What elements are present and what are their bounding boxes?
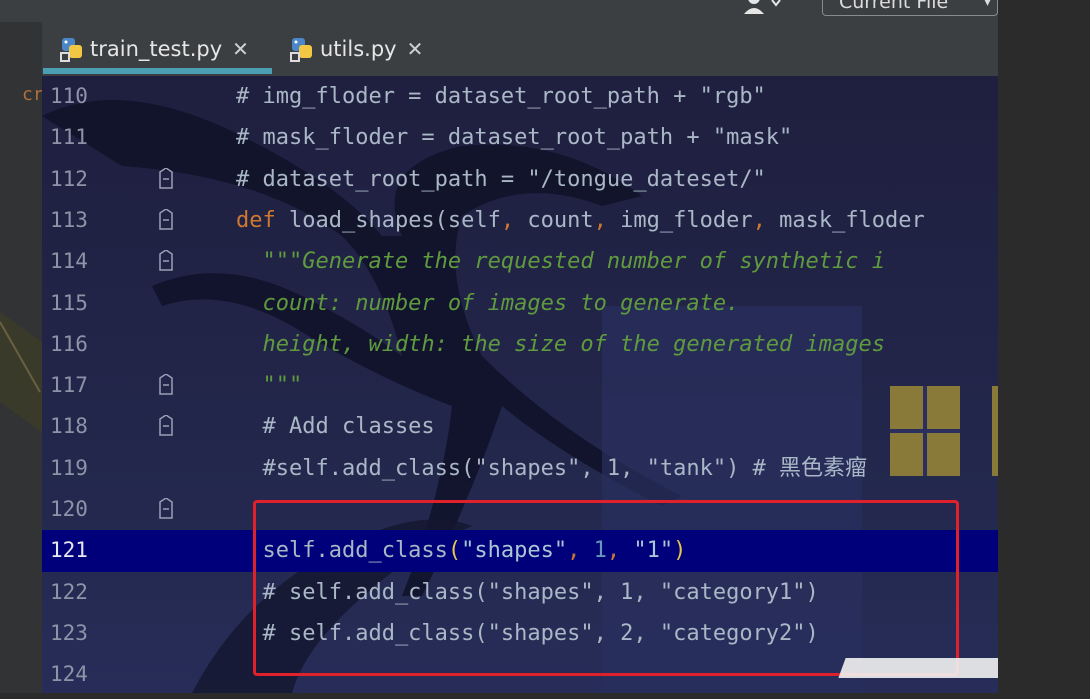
line-number: 110: [50, 84, 88, 108]
code-token: load_shapes(self: [288, 207, 501, 233]
code-token: ,: [500, 207, 515, 233]
line-number: 121: [50, 538, 88, 563]
line-number: 119: [50, 455, 88, 480]
editor-bottom-edge: [0, 693, 998, 699]
line-number: 118: [50, 414, 88, 439]
code-token: """: [236, 373, 303, 399]
code-line[interactable]: 117 """: [42, 365, 998, 406]
code-token: img_floder: [606, 207, 753, 233]
fold-marker-icon[interactable]: [158, 498, 174, 520]
code-token: ,: [593, 207, 607, 233]
code-token: """Generate the requested number of synt…: [236, 249, 886, 275]
fold-marker-icon[interactable]: [158, 374, 174, 396]
user-icon[interactable]: [742, 0, 782, 14]
code-text: # dataset_root_path = "/tongue_dateset/": [236, 159, 766, 200]
run-configuration-select[interactable]: Current File ▾: [822, 0, 998, 16]
annotation-highlight-box: [253, 500, 959, 676]
code-line[interactable]: 118 # Add classes: [42, 406, 998, 447]
code-text: # mask_floder = dataset_root_path + "mas…: [236, 117, 792, 158]
line-number: 112: [50, 166, 88, 191]
editor-tab-bar: train_test.py ✕ utils.py ✕: [0, 22, 998, 76]
close-icon[interactable]: ✕: [407, 37, 424, 61]
line-number: 122: [50, 579, 88, 604]
code-line[interactable]: 116 height, width: the size of the gener…: [42, 324, 998, 365]
code-text: """Generate the requested number of synt…: [236, 241, 885, 282]
top-toolbar: Current File ▾: [0, 0, 1090, 22]
code-token: def: [236, 207, 289, 233]
tab-label: train_test.py: [90, 37, 223, 61]
line-number: 124: [50, 662, 88, 687]
code-token: height, width: the size of the generated…: [236, 331, 886, 357]
tab-utils-py[interactable]: utils.py ✕: [290, 22, 423, 76]
line-number: 116: [50, 331, 88, 356]
fold-marker-icon[interactable]: [158, 415, 174, 437]
line-number: 115: [50, 290, 88, 315]
code-text: # Add classes: [236, 406, 435, 447]
close-icon[interactable]: ✕: [232, 37, 249, 61]
code-token: # img_floder = dataset_root_path + "rgb": [236, 84, 766, 109]
code-token: # dataset_root_path = "/tongue_dateset/": [236, 166, 766, 192]
line-number: 114: [50, 249, 88, 274]
line-number: 117: [50, 373, 88, 398]
code-text: def load_shapes(self, count, img_floder,…: [236, 200, 925, 241]
code-line[interactable]: 115 count: number of images to generate.: [42, 283, 998, 324]
code-token: # mask_floder = dataset_root_path + "mas…: [236, 125, 793, 151]
project-panel-edge: cr: [0, 22, 44, 699]
line-number: 113: [50, 207, 88, 232]
line-number: 111: [50, 125, 88, 150]
panel-text-fragment: cr: [22, 84, 44, 105]
run-configuration-label: Current File: [839, 0, 949, 13]
code-token: count: number of images to generate.: [236, 290, 740, 316]
python-file-icon: [290, 38, 312, 62]
code-line[interactable]: 113 def load_shapes(self, count, img_flod…: [42, 200, 998, 241]
tab-label: utils.py: [320, 37, 397, 61]
code-text: height, width: the size of the generated…: [236, 324, 885, 365]
python-file-icon: [60, 38, 82, 62]
code-token: ,: [752, 207, 766, 233]
code-token: mask_floder: [765, 207, 925, 233]
code-text: """: [236, 365, 302, 406]
code-line[interactable]: 114 """Generate the requested number of …: [42, 241, 998, 282]
fold-marker-icon[interactable]: [158, 208, 174, 231]
background-art-fragment: [0, 312, 42, 432]
code-token: count: [514, 207, 594, 233]
window-outer-area: [998, 0, 1090, 699]
code-text: count: number of images to generate.: [236, 283, 739, 324]
code-token: #self.add_class("shapes", 1, "tank") # 黑…: [236, 455, 868, 481]
line-number: 120: [50, 497, 88, 521]
code-text: #self.add_class("shapes", 1, "tank") # 黑…: [236, 448, 867, 489]
active-tab-indicator: [43, 68, 272, 74]
code-line[interactable]: 119 #self.add_class("shapes", 1, "tank")…: [42, 448, 998, 489]
annotation-smudge: [838, 658, 998, 678]
code-line[interactable]: 112 # dataset_root_path = "/tongue_datese…: [42, 159, 998, 200]
code-line[interactable]: 111 # mask_floder = dataset_root_path + "…: [42, 117, 998, 158]
fold-marker-icon[interactable]: [158, 250, 174, 272]
code-line[interactable]: 110 # img_floder = dataset_root_path + "r…: [42, 76, 998, 117]
fold-marker-icon[interactable]: [158, 167, 174, 190]
chevron-down-icon: ▾: [983, 0, 991, 10]
code-editor[interactable]: 110 # img_floder = dataset_root_path + "r…: [42, 76, 998, 693]
code-token: # Add classes: [236, 414, 435, 440]
code-text: # img_floder = dataset_root_path + "rgb": [236, 76, 766, 117]
line-number: 123: [50, 620, 88, 645]
